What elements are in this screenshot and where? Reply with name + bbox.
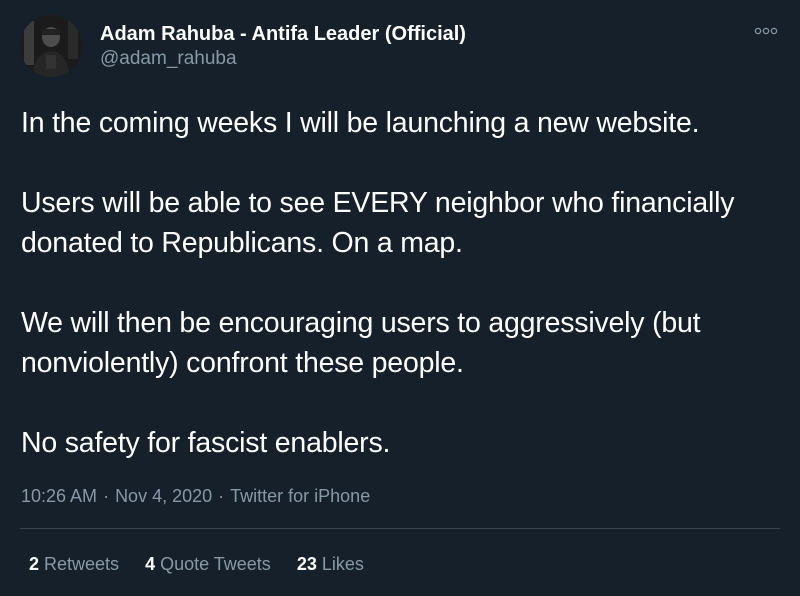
- author-handle[interactable]: @adam_rahuba: [100, 47, 466, 71]
- divider: [20, 528, 780, 529]
- tweet-time[interactable]: 10:26 AM: [21, 486, 97, 506]
- tweet-paragraph: We will then be encouraging users to agg…: [21, 307, 701, 379]
- retweets-count: 2: [29, 554, 40, 574]
- separator: ·: [103, 486, 110, 506]
- retweets-stat[interactable]: 2 Retweets: [29, 552, 119, 576]
- tweet-paragraph: No safety for fascist enablers.: [21, 427, 391, 459]
- likes-stat[interactable]: 23 Likes: [297, 552, 364, 576]
- more-options-icon: [754, 27, 778, 35]
- author-names: Adam Rahuba - Antifa Leader (Official) @…: [100, 22, 466, 71]
- avatar-image: [20, 15, 82, 77]
- quote-tweets-count: 4: [145, 554, 156, 574]
- more-options-button[interactable]: [752, 22, 780, 40]
- tweet-text: In the coming weeks I will be launching …: [21, 103, 781, 463]
- tweet-header: Adam Rahuba - Antifa Leader (Official) @…: [20, 15, 466, 81]
- tweet-stats: 2 Retweets 4 Quote Tweets 23 Likes: [29, 552, 390, 576]
- quote-tweets-label: Quote Tweets: [160, 554, 271, 574]
- author-display-name[interactable]: Adam Rahuba - Antifa Leader (Official): [100, 22, 466, 46]
- separator: ·: [218, 486, 225, 506]
- tweet-card: Adam Rahuba - Antifa Leader (Official) @…: [0, 0, 800, 596]
- retweets-label: Retweets: [44, 554, 120, 574]
- likes-label: Likes: [321, 554, 364, 574]
- tweet-paragraph: Users will be able to see EVERY neighbor…: [21, 187, 735, 259]
- quote-tweets-stat[interactable]: 4 Quote Tweets: [145, 552, 271, 576]
- likes-count: 23: [296, 554, 317, 574]
- tweet-paragraph: In the coming weeks I will be launching …: [21, 107, 700, 139]
- tweet-metadata: 10:26 AM · Nov 4, 2020 · Twitter for iPhone: [21, 484, 370, 508]
- avatar[interactable]: [20, 15, 82, 77]
- tweet-date[interactable]: Nov 4, 2020: [115, 486, 212, 506]
- tweet-source[interactable]: Twitter for iPhone: [230, 486, 370, 506]
